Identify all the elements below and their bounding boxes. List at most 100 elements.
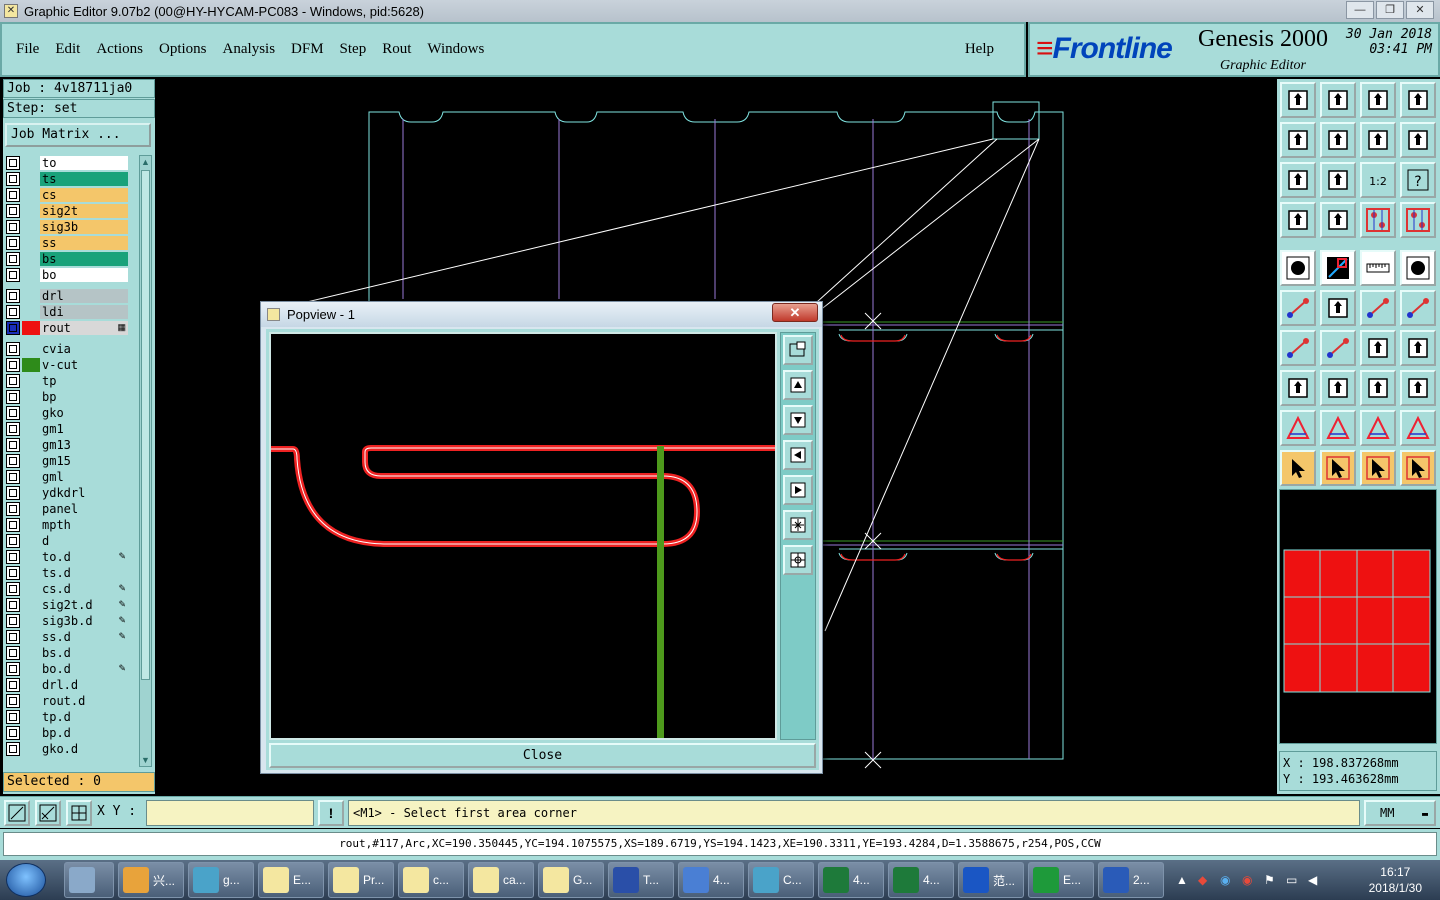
- layer-row-gko-d[interactable]: gko.d: [6, 741, 128, 756]
- job-matrix-button[interactable]: Job Matrix ...: [5, 123, 151, 147]
- layer-checkbox[interactable]: [6, 389, 20, 404]
- layer-name[interactable]: gm15: [40, 453, 128, 468]
- layer-name[interactable]: rout.d: [40, 693, 128, 708]
- layer-checkbox[interactable]: [6, 304, 20, 319]
- tool-angle-button[interactable]: [1280, 330, 1316, 366]
- popview-pan-right-button[interactable]: [783, 475, 813, 505]
- layer-name[interactable]: bo: [40, 267, 128, 282]
- layer-checkbox[interactable]: [6, 251, 20, 266]
- layer-row-mpth[interactable]: mpth: [6, 517, 128, 532]
- layer-row-sig3b[interactable]: sig3b: [6, 219, 128, 234]
- popview-close-button[interactable]: Close: [269, 743, 816, 768]
- layer-checkbox[interactable]: [6, 288, 20, 303]
- popview-titlebar[interactable]: Popview - 1 ✕: [261, 302, 822, 327]
- tray-security-icon[interactable]: ◉: [1242, 873, 1252, 887]
- tool-color-button[interactable]: [1320, 250, 1356, 286]
- layer-name[interactable]: tp.d: [40, 709, 128, 724]
- menu-edit[interactable]: Edit: [55, 41, 80, 58]
- tool-layers-red-button[interactable]: [1360, 202, 1396, 238]
- tool-select-alt-button[interactable]: [1360, 450, 1396, 486]
- menu-windows[interactable]: Windows: [427, 41, 484, 58]
- tool-layers-alt-button[interactable]: [1400, 202, 1436, 238]
- tool-dot-button[interactable]: [1400, 250, 1436, 286]
- layer-name[interactable]: rout: [40, 320, 128, 335]
- taskbar-item[interactable]: T...: [608, 862, 674, 898]
- layer-row-sig3b-d[interactable]: sig3b.d ✎: [6, 613, 128, 628]
- units-select[interactable]: MM ▬: [1364, 800, 1436, 826]
- menu-actions[interactable]: Actions: [96, 41, 143, 58]
- taskbar-item[interactable]: 4...: [888, 862, 954, 898]
- layer-name[interactable]: bp: [40, 389, 128, 404]
- taskbar-item[interactable]: 2...: [1098, 862, 1164, 898]
- layer-checkbox[interactable]: [6, 437, 20, 452]
- scroll-down-icon[interactable]: ▼: [140, 754, 151, 766]
- layer-scrollbar[interactable]: ▲ ▼: [139, 155, 152, 767]
- tool-slope-button[interactable]: [1320, 330, 1356, 366]
- menu-rout[interactable]: Rout: [382, 41, 411, 58]
- start-button[interactable]: [6, 863, 46, 897]
- layer-checkbox[interactable]: [6, 469, 20, 484]
- taskbar-item[interactable]: 兴...: [118, 862, 184, 898]
- popview-zoom-in-button[interactable]: [783, 510, 813, 540]
- layer-row-rout[interactable]: rout ▦: [6, 320, 128, 335]
- layer-checkbox[interactable]: [6, 677, 20, 692]
- menu-help[interactable]: Help: [965, 41, 994, 58]
- layer-checkbox[interactable]: [6, 203, 20, 218]
- layer-name[interactable]: bp.d: [40, 725, 128, 740]
- layer-row-rout-d[interactable]: rout.d: [6, 693, 128, 708]
- tool-line-end-button[interactable]: [1400, 290, 1436, 326]
- tool-pan-left-button[interactable]: [1280, 122, 1316, 158]
- tool-ruler-button[interactable]: [1360, 250, 1396, 286]
- warning-button[interactable]: !: [318, 800, 344, 826]
- layer-row-ydkdrl[interactable]: ydkdrl: [6, 485, 128, 500]
- layer-row-to-d[interactable]: to.d ✎: [6, 549, 128, 564]
- tray-app-icon[interactable]: ◆: [1198, 873, 1207, 887]
- tool-mirror-button[interactable]: [1360, 122, 1396, 158]
- popview-canvas[interactable]: [269, 332, 777, 740]
- taskbar-item[interactable]: Pr...: [328, 862, 394, 898]
- layer-checkbox[interactable]: [6, 597, 20, 612]
- tool-zoom-fit-button[interactable]: [1280, 162, 1316, 198]
- taskbar-item[interactable]: ca...: [468, 862, 534, 898]
- tool-array-button[interactable]: [1360, 370, 1396, 406]
- tray-expand-icon[interactable]: ▲: [1176, 873, 1188, 887]
- layer-name[interactable]: cs: [40, 187, 128, 202]
- layer-row-cs-d[interactable]: cs.d ✎: [6, 581, 128, 596]
- layer-checkbox[interactable]: [6, 661, 20, 676]
- layer-name[interactable]: v-cut: [40, 357, 128, 372]
- layer-name[interactable]: ss.d: [40, 629, 128, 644]
- taskbar-item[interactable]: g...: [188, 862, 254, 898]
- layer-name[interactable]: to: [40, 155, 128, 170]
- layer-row-sig2t-d[interactable]: sig2t.d ✎: [6, 597, 128, 612]
- tool-select-button[interactable]: [1320, 450, 1356, 486]
- taskbar-item[interactable]: [64, 862, 114, 898]
- layer-row-ts[interactable]: ts: [6, 171, 128, 186]
- tool-home-down-button[interactable]: [1320, 82, 1356, 118]
- menu-options[interactable]: Options: [159, 41, 207, 58]
- layer-name[interactable]: to.d: [40, 549, 128, 564]
- layer-name[interactable]: ts: [40, 171, 128, 186]
- layer-checkbox[interactable]: [6, 171, 20, 186]
- tool-pointer-button[interactable]: [1280, 450, 1316, 486]
- layer-name[interactable]: tp: [40, 373, 128, 388]
- layer-name[interactable]: ydkdrl: [40, 485, 128, 500]
- layer-row-panel[interactable]: panel: [6, 501, 128, 516]
- layer-checkbox[interactable]: [6, 453, 20, 468]
- tool-scale-button[interactable]: 1:2: [1360, 162, 1396, 198]
- layer-name[interactable]: sig3b.d: [40, 613, 128, 628]
- layer-name[interactable]: bo.d: [40, 661, 128, 676]
- tool-route-button[interactable]: [1400, 450, 1436, 486]
- tray-flag-icon[interactable]: ⚑: [1264, 873, 1275, 887]
- layer-name[interactable]: bs.d: [40, 645, 128, 660]
- tool-zoom-center-button[interactable]: [1320, 162, 1356, 198]
- layer-row-v-cut[interactable]: v-cut: [6, 357, 128, 372]
- layer-checkbox[interactable]: [6, 741, 20, 756]
- layer-checkbox[interactable]: [6, 709, 20, 724]
- layer-row-bo-d[interactable]: bo.d ✎: [6, 661, 128, 676]
- layer-row-ss-d[interactable]: ss.d ✎: [6, 629, 128, 644]
- xy-input[interactable]: [146, 800, 314, 826]
- tool-home-button[interactable]: [1360, 82, 1396, 118]
- grid-button[interactable]: [66, 800, 92, 826]
- layer-checkbox[interactable]: [6, 517, 20, 532]
- layer-row-cs[interactable]: cs: [6, 187, 128, 202]
